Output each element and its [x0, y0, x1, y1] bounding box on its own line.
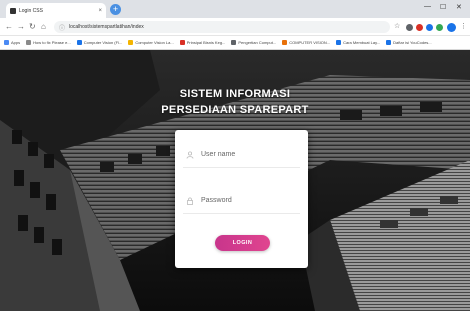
- password-placeholder: Password: [201, 197, 232, 204]
- bookmark-label: Apps: [11, 40, 21, 45]
- address-url: localhost/sistemspartlatihan/index: [69, 24, 144, 30]
- browser-toolbar: ← → ↻ ⌂ ⓘ localhost/sistemspartlatihan/i…: [0, 18, 470, 36]
- forward-arrow-icon[interactable]: →: [17, 22, 25, 31]
- login-card: User name Password LOGIN: [175, 130, 308, 268]
- bookmark-favicon-icon: [26, 40, 32, 45]
- lock-icon: [187, 197, 193, 205]
- username-field[interactable]: User name: [183, 142, 300, 168]
- bookmark-label: How to fix Please e...: [33, 40, 71, 45]
- reload-icon[interactable]: ↻: [29, 22, 36, 31]
- menu-dots-icon[interactable]: ⋮: [460, 22, 467, 30]
- page-title: SISTEM INFORMASI PERSEDIAAN SPAREPART: [150, 86, 320, 118]
- bookmark-label: Computer Vision (Fl...: [83, 40, 123, 45]
- new-tab-button[interactable]: +: [110, 4, 121, 15]
- star-bookmark-icon[interactable]: ☆: [394, 22, 400, 30]
- title-line-1: SISTEM INFORMASI: [179, 88, 291, 100]
- bookmark-item[interactable]: Prinsipal Bisnis Keg...: [179, 40, 226, 45]
- bookmark-favicon-icon: [231, 40, 237, 45]
- tab-close-icon[interactable]: ×: [98, 8, 102, 14]
- bookmark-favicon-icon: [336, 40, 342, 45]
- back-arrow-icon[interactable]: ←: [5, 22, 13, 31]
- address-bar[interactable]: ⓘ localhost/sistemspartlatihan/index: [54, 21, 390, 33]
- bookmark-favicon-icon: [386, 40, 392, 45]
- bookmark-label: Pengertian Comput...: [238, 40, 277, 45]
- bookmark-item[interactable]: Pengertian Comput...: [231, 40, 276, 45]
- bookmark-item[interactable]: Computer Vision (Fl...: [76, 40, 123, 45]
- bookmarks-bar: Apps How to fix Please e... Computer Vis…: [0, 36, 470, 50]
- tab-title: Login CSS: [19, 7, 43, 14]
- bookmark-favicon-icon: [128, 40, 134, 45]
- profile-avatar[interactable]: [447, 23, 456, 32]
- bookmark-favicon-icon: [282, 40, 288, 45]
- home-icon[interactable]: ⌂: [41, 22, 46, 31]
- bookmark-label: COMPUTER VISION...: [289, 40, 331, 45]
- username-placeholder: User name: [201, 151, 236, 158]
- extension-icon[interactable]: [426, 24, 433, 31]
- password-field[interactable]: Password: [183, 188, 300, 214]
- bookmark-item[interactable]: COMPUTER VISION...: [282, 40, 330, 45]
- extension-icon[interactable]: [406, 24, 413, 31]
- login-page: SISTEM INFORMASI PERSEDIAAN SPAREPART Us…: [0, 50, 470, 311]
- bookmark-item[interactable]: Cara Membuat Lay...: [336, 40, 380, 45]
- favicon-icon: [10, 7, 16, 14]
- title-line-2: PERSEDIAAN SPAREPART: [161, 104, 309, 116]
- extension-icon[interactable]: [416, 24, 423, 31]
- bookmark-item[interactable]: Apps: [4, 40, 20, 45]
- extension-icon[interactable]: [436, 24, 443, 31]
- close-window-button[interactable]: ✕: [456, 3, 462, 11]
- bookmark-item[interactable]: How to fix Please e...: [26, 40, 71, 45]
- info-icon[interactable]: ⓘ: [59, 23, 65, 32]
- bookmark-item[interactable]: Daftar isi YouCodes...: [386, 40, 432, 45]
- apps-icon: [4, 40, 9, 45]
- minimize-window-button[interactable]: —: [424, 3, 431, 10]
- browser-tab[interactable]: Login CSS ×: [6, 3, 106, 18]
- bookmark-label: Computer Vision La...: [135, 40, 174, 45]
- login-button[interactable]: LOGIN: [215, 235, 270, 251]
- bookmark-favicon-icon: [179, 40, 185, 45]
- user-icon: [186, 150, 194, 159]
- bookmark-label: Prinsipal Bisnis Keg...: [186, 40, 226, 45]
- bookmark-item[interactable]: Computer Vision La...: [128, 40, 174, 45]
- maximize-window-button[interactable]: ☐: [440, 3, 446, 11]
- bookmark-favicon-icon: [76, 40, 82, 45]
- bookmark-label: Daftar isi YouCodes...: [393, 40, 432, 45]
- bookmark-label: Cara Membuat Lay...: [343, 40, 381, 45]
- browser-tab-bar: Login CSS × + — ☐ ✕: [0, 0, 470, 18]
